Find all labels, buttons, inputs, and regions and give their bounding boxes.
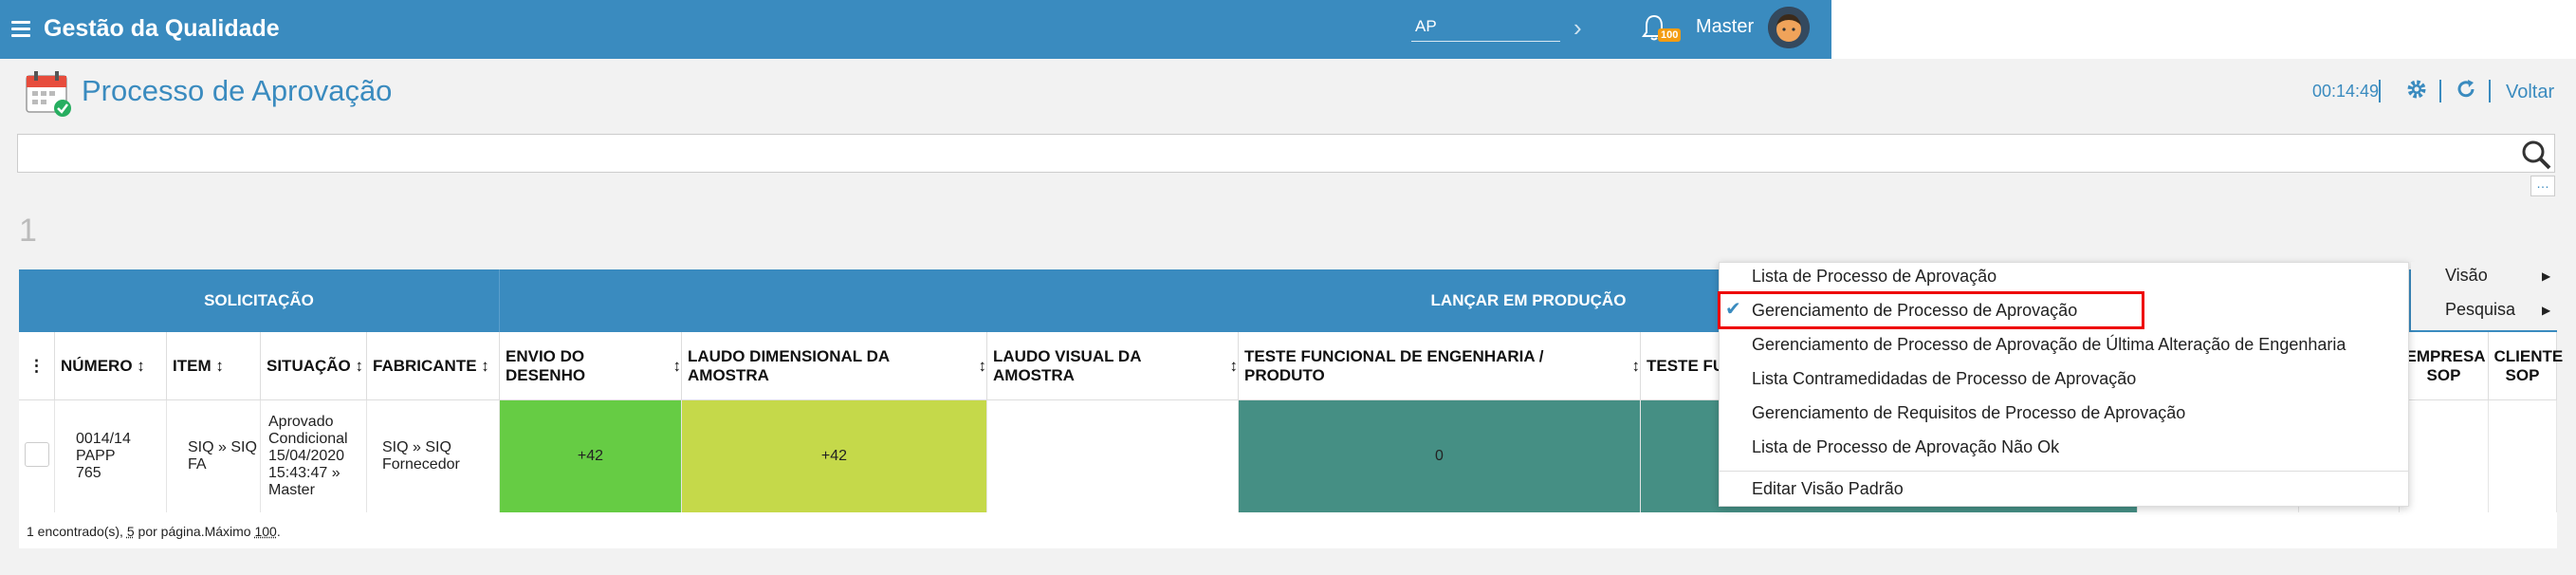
menu-icon[interactable]: [11, 21, 30, 38]
col-header-envio[interactable]: ENVIO DO DESENHO ↕: [500, 332, 682, 400]
sort-icon[interactable]: ↕: [137, 357, 145, 376]
sort-icon[interactable]: ↕: [356, 357, 364, 376]
kebab-icon[interactable]: ⋮: [19, 332, 55, 400]
back-link[interactable]: Voltar: [2506, 82, 2554, 103]
cell-laudo-dimensional[interactable]: +42: [682, 400, 987, 512]
sort-icon[interactable]: ↕: [1230, 357, 1239, 376]
sort-icon[interactable]: ↕: [673, 357, 682, 376]
submenu-visao[interactable]: Visão: [2445, 266, 2488, 286]
col-header-numero[interactable]: NÚMERO ↕: [55, 332, 167, 400]
caret-right-icon: ▶: [2542, 269, 2551, 283]
cell-fabricante[interactable]: SIQ » SIQ Fornecedor: [367, 400, 500, 512]
row-select-cell: [19, 400, 55, 512]
caret-right-icon: ▶: [2542, 304, 2551, 317]
page-content: Processo de Aprovação 00:14:49 Voltar … …: [0, 59, 2576, 575]
cell-laudo-visual[interactable]: [987, 400, 1239, 512]
app-title: Gestão da Qualidade: [44, 15, 280, 42]
result-count: 1: [19, 213, 37, 249]
session-timer: 00:14:49: [2312, 82, 2380, 101]
col-header-laudo-visual[interactable]: LAUDO VISUAL DA AMOSTRA ↕: [987, 332, 1239, 400]
row-checkbox[interactable]: [25, 442, 49, 467]
module-search-input[interactable]: AP: [1411, 11, 1560, 42]
menu-item-requisitos[interactable]: Gerenciamento de Requisitos de Processo …: [1752, 403, 2185, 423]
cell-empresa-sop: [2400, 400, 2489, 512]
cell-numero[interactable]: 0014/14 PAPP 765: [55, 400, 167, 512]
menu-divider: [1720, 471, 2408, 472]
top-bar: Gestão da Qualidade AP › 100 Master: [0, 0, 1831, 59]
search-icon[interactable]: [2521, 139, 2551, 175]
sort-icon[interactable]: ↕: [215, 357, 224, 376]
per-page-selector[interactable]: 5: [127, 524, 135, 539]
notification-badge: 100: [1658, 28, 1682, 42]
col-header-cliente-sop[interactable]: CLIENTE SOP: [2489, 332, 2563, 400]
menu-item-gerenciamento[interactable]: Gerenciamento de Processo de Aprovação: [1752, 301, 2077, 321]
gear-icon[interactable]: [2405, 78, 2428, 105]
view-dropdown-menu: Lista de Processo de Aprovação ✔ Gerenci…: [1718, 262, 2409, 507]
ellipsis-icon[interactable]: …: [2530, 176, 2555, 196]
cell-situacao[interactable]: Aprovado Condicional 15/04/2020 15:43:47 » M…: [261, 400, 367, 512]
col-header-empresa-sop[interactable]: EMPRESA SOP: [2400, 332, 2489, 400]
max-selector[interactable]: 100: [254, 524, 276, 539]
sort-icon[interactable]: ↕: [979, 357, 987, 376]
sort-icon[interactable]: ↕: [481, 357, 489, 376]
refresh-icon[interactable]: [2455, 78, 2477, 105]
grid-search-input[interactable]: [17, 134, 2555, 173]
menu-item-contramedidas[interactable]: Lista Contramedidadas de Processo de Apr…: [1752, 369, 2136, 389]
menu-item-nao-ok[interactable]: Lista de Processo de Aprovação Não Ok: [1752, 437, 2059, 457]
submenu-pesquisa[interactable]: Pesquisa: [2445, 300, 2515, 320]
col-header-laudo-dimensional[interactable]: LAUDO DIMENSIONAL DA AMOSTRA ↕: [682, 332, 987, 400]
col-header-fabricante[interactable]: FABRICANTE ↕: [367, 332, 500, 400]
cell-item[interactable]: SIQ » SIQ FA: [167, 400, 261, 512]
menu-item-editar-visao[interactable]: Editar Visão Padrão: [1752, 479, 1904, 499]
avatar[interactable]: [1768, 7, 1810, 48]
cell-teste-funcional[interactable]: 0: [1239, 400, 1641, 512]
menu-item-gerenciamento-ultima[interactable]: Gerenciamento de Processo de Aprovação d…: [1752, 335, 2346, 355]
col-header-item[interactable]: ITEM ↕: [167, 332, 261, 400]
col-header-teste-funcional[interactable]: TESTE FUNCIONAL DE ENGENHARIA / PRODUTO …: [1239, 332, 1641, 400]
group-header-solicitacao: SOLICITAÇÃO: [19, 269, 500, 332]
calendar-check-icon: [25, 68, 72, 122]
cell-envio-desenho[interactable]: +42: [500, 400, 682, 512]
divider: [2379, 80, 2381, 102]
menu-item-lista[interactable]: Lista de Processo de Aprovação: [1752, 267, 1996, 287]
options-submenu: Visão ▶ Pesquisa ▶: [2411, 262, 2563, 330]
sort-icon[interactable]: ↕: [1632, 357, 1641, 376]
user-name[interactable]: Master: [1696, 16, 1754, 38]
chevron-right-icon[interactable]: ›: [1573, 13, 1582, 43]
col-header-situacao[interactable]: SITUAÇÃO ↕: [261, 332, 367, 400]
divider: [2439, 80, 2441, 102]
checkmark-icon: ✔: [1725, 299, 1741, 320]
grid-footer: 1 encontrado(s), 5 por página.Máximo 100…: [27, 524, 281, 539]
divider: [2489, 80, 2491, 102]
cell-cliente-sop: [2489, 400, 2557, 512]
page-title: Processo de Aprovação: [82, 74, 393, 107]
